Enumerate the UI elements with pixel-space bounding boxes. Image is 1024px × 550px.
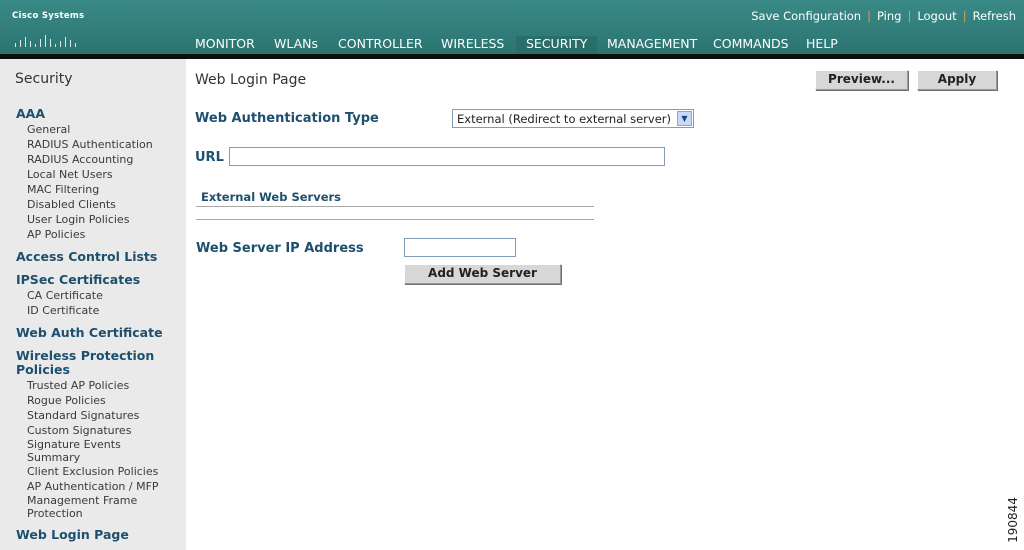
sidebar-section-web-login-page[interactable]: Web Login Page: [16, 528, 129, 542]
sidebar-item-disabled-clients[interactable]: Disabled Clients: [27, 198, 116, 211]
add-web-server-button[interactable]: Add Web Server: [404, 264, 561, 284]
logout-link[interactable]: Logout: [917, 9, 956, 23]
sidebar-item-mac-filtering[interactable]: MAC Filtering: [27, 183, 99, 196]
web-auth-type-select[interactable]: External (Redirect to external server) ▼: [452, 109, 694, 128]
sidebar-item-rogue-policies[interactable]: Rogue Policies: [27, 394, 106, 407]
sidebar: Security AAA General RADIUS Authenticati…: [0, 59, 186, 550]
web-server-ip-label: Web Server IP Address: [196, 241, 364, 256]
url-input[interactable]: [229, 147, 665, 166]
sidebar-item-general[interactable]: General: [27, 123, 70, 136]
sidebar-item-management-frame-line2[interactable]: Protection: [27, 507, 83, 520]
web-auth-type-value: External (Redirect to external server): [457, 112, 672, 126]
sidebar-section-wireless-protection-line1[interactable]: Wireless Protection: [16, 349, 154, 363]
figure-id: 190844: [1005, 495, 1024, 545]
web-server-ip-input[interactable]: [404, 238, 516, 257]
cisco-bridge-icon: [13, 27, 83, 47]
logo-text: Cisco Systems: [12, 11, 85, 21]
sidebar-item-id-certificate[interactable]: ID Certificate: [27, 304, 99, 317]
refresh-link[interactable]: Refresh: [973, 9, 1016, 23]
sidebar-section-ipsec-certificates[interactable]: IPSec Certificates: [16, 273, 140, 287]
sidebar-item-user-login-policies[interactable]: User Login Policies: [27, 213, 129, 226]
sidebar-section-aaa[interactable]: AAA: [16, 107, 45, 121]
save-configuration-link[interactable]: Save Configuration: [751, 9, 861, 23]
sidebar-item-signature-events-line1[interactable]: Signature Events: [27, 438, 121, 451]
table-header-divider: [196, 206, 594, 207]
sidebar-section-access-control-lists[interactable]: Access Control Lists: [16, 250, 157, 264]
sidebar-section-web-auth-certificate[interactable]: Web Auth Certificate: [16, 326, 163, 340]
figure-id-text: 190844: [1005, 497, 1020, 543]
sidebar-title: Security: [15, 71, 73, 87]
apply-button[interactable]: Apply: [917, 70, 997, 90]
sidebar-item-trusted-ap-policies[interactable]: Trusted AP Policies: [27, 379, 129, 392]
ping-link[interactable]: Ping: [877, 9, 901, 23]
page-title: Web Login Page: [195, 72, 307, 88]
sidebar-section-wireless-protection-line2[interactable]: Policies: [16, 363, 70, 377]
utility-links: Save Configuration | Ping | Logout | Refresh: [751, 9, 1016, 23]
sidebar-item-radius-accounting[interactable]: RADIUS Accounting: [27, 153, 133, 166]
top-header: Cisco Systems Save Configuration | Ping | Lo…: [0, 0, 1024, 59]
preview-button[interactable]: Preview...: [815, 70, 908, 90]
url-label: URL: [195, 150, 224, 165]
sidebar-item-ca-certificate[interactable]: CA Certificate: [27, 289, 103, 302]
sidebar-item-radius-authentication[interactable]: RADIUS Authentication: [27, 138, 153, 151]
chevron-down-icon[interactable]: ▼: [677, 111, 692, 126]
sidebar-item-standard-signatures[interactable]: Standard Signatures: [27, 409, 139, 422]
sidebar-item-ap-authentication-mfp[interactable]: AP Authentication / MFP: [27, 480, 159, 493]
web-auth-type-label: Web Authentication Type: [195, 111, 379, 126]
sidebar-item-ap-policies[interactable]: AP Policies: [27, 228, 85, 241]
sidebar-item-client-exclusion-policies[interactable]: Client Exclusion Policies: [27, 465, 158, 478]
external-web-servers-header: External Web Servers: [201, 190, 342, 204]
sidebar-item-local-net-users[interactable]: Local Net Users: [27, 168, 113, 181]
table-bottom-divider: [196, 219, 594, 220]
sidebar-item-management-frame-line1[interactable]: Management Frame: [27, 494, 137, 507]
cisco-logo: Cisco Systems: [7, 9, 85, 49]
sidebar-item-signature-events-line2[interactable]: Summary: [27, 451, 80, 464]
sidebar-item-custom-signatures[interactable]: Custom Signatures: [27, 424, 131, 437]
